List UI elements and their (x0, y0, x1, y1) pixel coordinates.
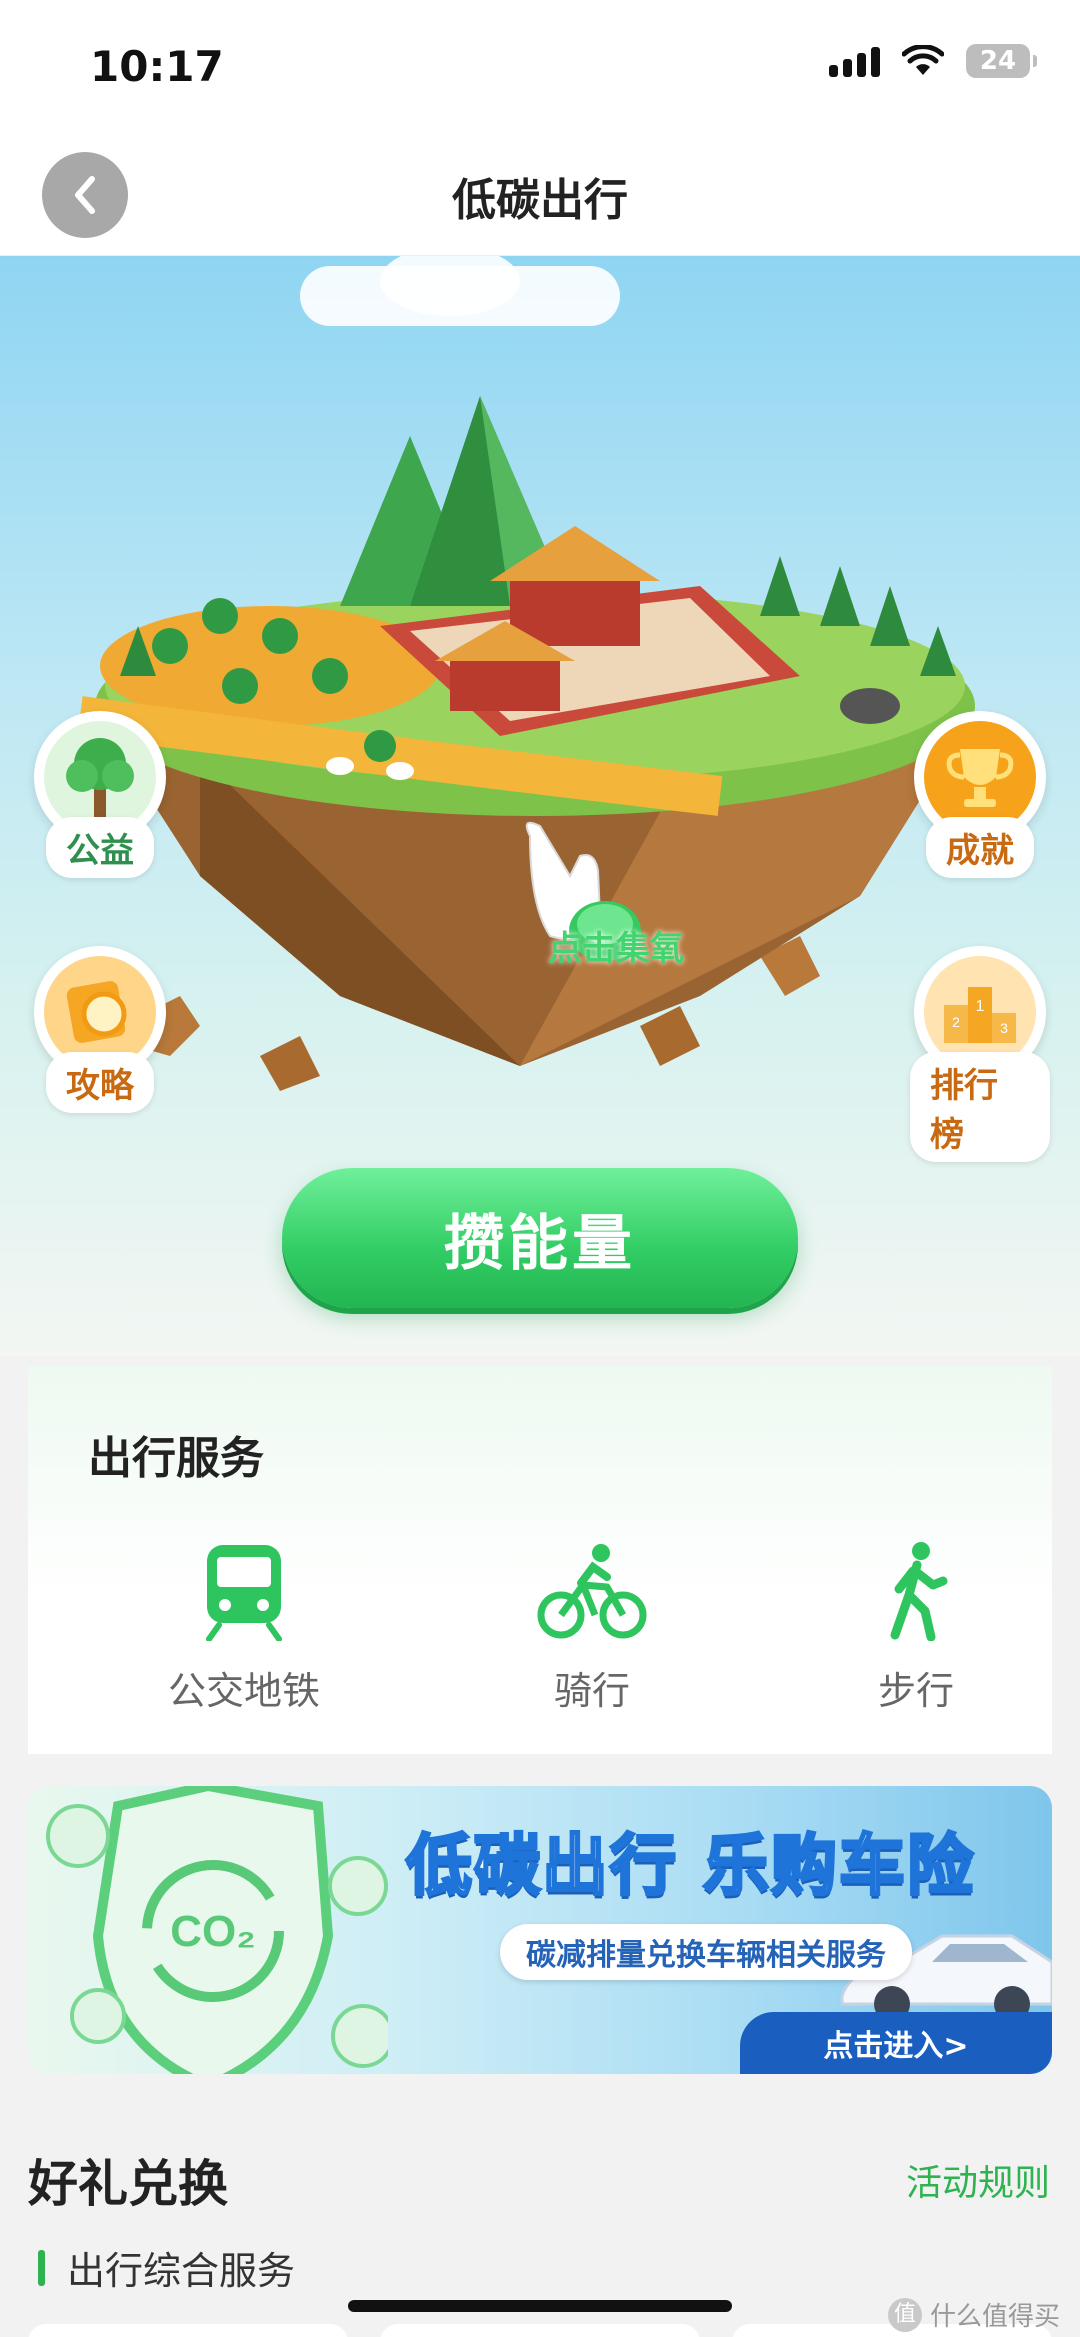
charity-label: 公益 (46, 817, 154, 878)
svg-text:1: 1 (976, 998, 985, 1015)
battery-icon: 24 (966, 44, 1037, 78)
banner-subtitle: 碳减排量兑换车辆相关服务 (500, 1924, 912, 1980)
collect-energy-button[interactable]: 攒能量 (282, 1168, 798, 1308)
page-title: 低碳出行 (452, 175, 628, 226)
svg-text:2: 2 (952, 1014, 960, 1030)
achievement-label: 成就 (926, 817, 1034, 878)
floating-island-illustration[interactable] (80, 376, 1000, 1096)
leaderboard-button[interactable]: 1 2 3 排行榜 (910, 946, 1050, 1162)
status-bar: 10:17 24 (0, 0, 1080, 130)
tree-icon (66, 738, 134, 818)
co2-badge: CO₂ (170, 1907, 256, 1956)
service-subway-label: 公交地铁 (167, 1669, 320, 1713)
guide-icon (66, 981, 127, 1043)
guide-label: 攻略 (46, 1052, 154, 1113)
services-title: 出行服务 (88, 1433, 264, 1484)
service-walking[interactable]: 步行 (806, 1536, 1026, 1715)
car-insurance-banner[interactable]: CO₂ 低碳出行 乐购车险 碳减排量兑换车辆相关服务 点击进入> (28, 1786, 1052, 2074)
cellular-signal-icon (829, 45, 880, 77)
cycling-icon (537, 1544, 647, 1639)
walking-icon (890, 1542, 948, 1641)
activity-rules-link[interactable]: 活动规则 (906, 2154, 1050, 2206)
service-cycling-label: 骑行 (553, 1669, 630, 1713)
podium-icon: 1 2 3 (944, 987, 1016, 1043)
service-subway[interactable]: 公交地铁 (134, 1536, 354, 1715)
travel-services-card: 出行服务 公交地铁 骑行 步行 (28, 1366, 1052, 1754)
banner-enter-button[interactable]: 点击进入> (740, 2012, 1052, 2074)
service-walking-label: 步行 (877, 1669, 954, 1713)
achievement-button[interactable]: 成就 (910, 711, 1050, 878)
wifi-icon (902, 45, 944, 75)
charity-button[interactable]: 公益 (30, 711, 170, 878)
banner-title: 低碳出行 乐购车险 (405, 1826, 975, 1906)
nav-bar: 低碳出行 (0, 130, 1080, 256)
gift-card-peek[interactable] (28, 2324, 348, 2337)
status-icons: 24 (829, 44, 1037, 78)
status-time: 10:17 (90, 42, 224, 91)
collect-oxygen-hint[interactable]: 点击集氧 (548, 921, 684, 970)
watermark-text: 什么值得买 (929, 2302, 1060, 2332)
service-cycling[interactable]: 骑行 (482, 1536, 702, 1715)
subsection-accent-bar (38, 2249, 45, 2286)
subsection-title: 出行综合服务 (67, 2249, 296, 2293)
guide-button[interactable]: 攻略 (30, 946, 170, 1113)
svg-text:3: 3 (1000, 1020, 1008, 1036)
watermark-logo-icon: 值 (887, 2297, 922, 2332)
leaderboard-label: 排行榜 (910, 1052, 1050, 1162)
gift-exchange-title: 好礼兑换 (28, 2155, 228, 2213)
co2-shield-icon: CO₂ (46, 1786, 388, 2074)
watermark: 值 什么值得买 (887, 2296, 1060, 2333)
home-indicator[interactable] (348, 2300, 732, 2312)
hero-section: 公益 攻略 成就 1 2 3 排行榜 点击集氧 攒能量 (0, 256, 1080, 1356)
subway-icon (206, 1545, 282, 1641)
subsection-header: 出行综合服务 (38, 2240, 295, 2295)
trophy-icon (946, 749, 1014, 807)
gift-card-peek[interactable] (380, 2324, 700, 2337)
